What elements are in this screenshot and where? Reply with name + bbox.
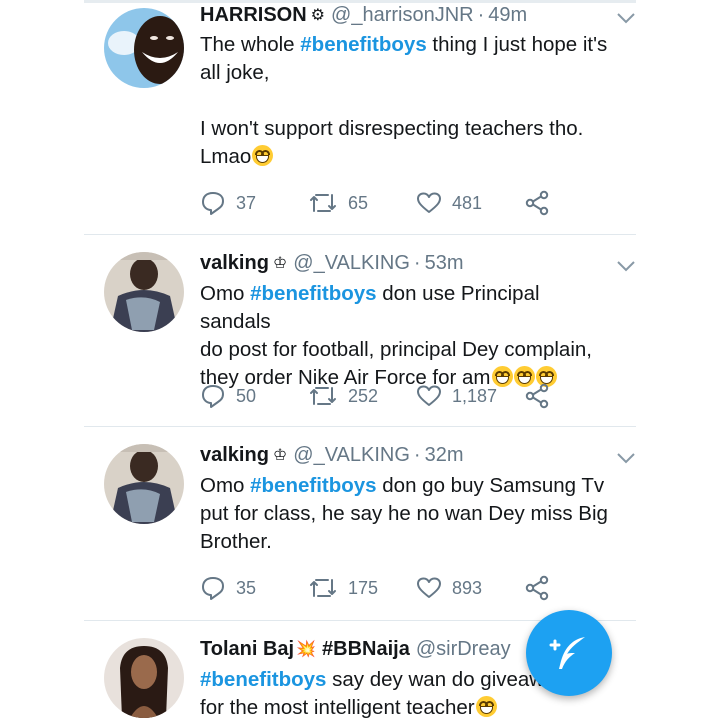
like-icon [417,192,441,213]
retweet-button[interactable]: 65 [308,191,416,215]
share-button[interactable] [524,190,560,216]
avatar[interactable] [104,252,184,332]
tweet-actions: 37 65 481 [200,188,616,218]
share-icon [525,575,549,601]
like-count: 481 [452,192,483,213]
like-button[interactable]: 1,187 [416,384,524,408]
reply-count: 50 [236,385,257,406]
tweet[interactable]: valking ♔ @_VALKING · 53m Omo #benefitbo… [84,234,636,427]
tweet[interactable]: HARRISON ⚙ @_harrisonJNR · 49m The whole… [84,0,636,235]
separator: · [413,251,421,274]
explosion-emoji-icon: 💥 [296,641,317,658]
retweet-button[interactable]: 252 [308,384,416,408]
display-name[interactable]: valking [200,444,269,467]
tweet-actions: 35 175 893 [200,573,616,603]
like-icon [417,385,441,406]
hashtag-link[interactable]: #benefitboys [300,33,426,56]
user-handle[interactable]: @sirDreay [416,638,511,661]
grinning-emoji-icon [475,696,497,717]
retweet-icon [310,387,336,405]
compose-tweet-icon [549,637,585,669]
chevron-down-icon[interactable] [616,260,636,272]
separator: · [413,443,421,466]
avatar[interactable] [104,444,184,524]
share-button[interactable] [524,575,560,601]
display-name[interactable]: Tolani Baj [200,638,294,661]
reply-icon [202,192,224,215]
tweet-header: valking ♔ @_VALKING · 53m [200,248,616,278]
hashtag-link[interactable]: #benefitboys [200,668,326,691]
retweet-count: 175 [348,577,379,598]
timestamp[interactable]: 53m [425,252,464,275]
share-icon [525,190,549,216]
tweet[interactable]: valking ♔ @_VALKING · 32m Omo #benefitbo… [84,426,636,621]
avatar[interactable] [104,8,184,88]
timestamp[interactable]: 32m [425,444,464,467]
like-count: 893 [452,577,483,598]
tweet-actions: 50 252 1,187 [200,381,616,411]
avatar[interactable] [104,638,184,718]
hashtag-link[interactable]: #benefitboys [250,474,376,497]
reply-button[interactable]: 37 [200,190,308,216]
reply-button[interactable]: 50 [200,383,308,409]
like-icon [417,577,441,598]
like-button[interactable]: 481 [416,191,524,215]
twitter-timeline: HARRISON ⚙ @_harrisonJNR · 49m The whole… [84,0,636,720]
reply-count: 37 [236,192,257,213]
tweet-text: Omo #benefitboys don use Principal sanda… [200,282,592,389]
name-badge-icon: ⚙ [310,7,326,24]
retweet-count: 252 [348,385,379,406]
like-count: 1,187 [452,385,498,406]
tweet-text: The whole #benefitboys thing I just hope… [200,33,608,168]
crown-badge-icon: ♔ [272,447,288,464]
display-name[interactable]: HARRISON [200,4,307,27]
user-handle[interactable]: @_VALKING [293,444,410,467]
display-name-suffix[interactable]: #BBNaija [322,638,410,661]
compose-tweet-button[interactable] [526,610,612,696]
reply-button[interactable]: 35 [200,575,308,601]
tweet-text: Omo #benefitboys don go buy Samsung Tv p… [200,474,608,553]
retweet-icon [310,579,336,597]
display-name[interactable]: valking [200,252,269,275]
timestamp[interactable]: 49m [488,4,527,27]
crown-badge-icon: ♔ [272,255,288,272]
user-handle[interactable]: @_harrisonJNR [331,4,474,27]
hashtag-link[interactable]: #benefitboys [250,282,376,305]
retweet-button[interactable]: 175 [308,576,416,600]
reply-icon [202,577,224,600]
retweet-count: 65 [348,192,369,213]
share-button[interactable] [524,383,560,409]
chevron-down-icon[interactable] [616,452,636,464]
user-handle[interactable]: @_VALKING [293,252,410,275]
reply-icon [202,385,224,408]
separator: · [477,3,485,26]
share-icon [525,383,549,409]
reply-count: 35 [236,577,257,598]
tweet-header: HARRISON ⚙ @_harrisonJNR · 49m [200,0,616,30]
like-button[interactable]: 893 [416,576,524,600]
chevron-down-icon[interactable] [616,12,636,24]
grinning-emoji-icon [252,145,274,166]
tweet-header: valking ♔ @_VALKING · 32m [200,440,616,470]
retweet-icon [310,194,336,212]
